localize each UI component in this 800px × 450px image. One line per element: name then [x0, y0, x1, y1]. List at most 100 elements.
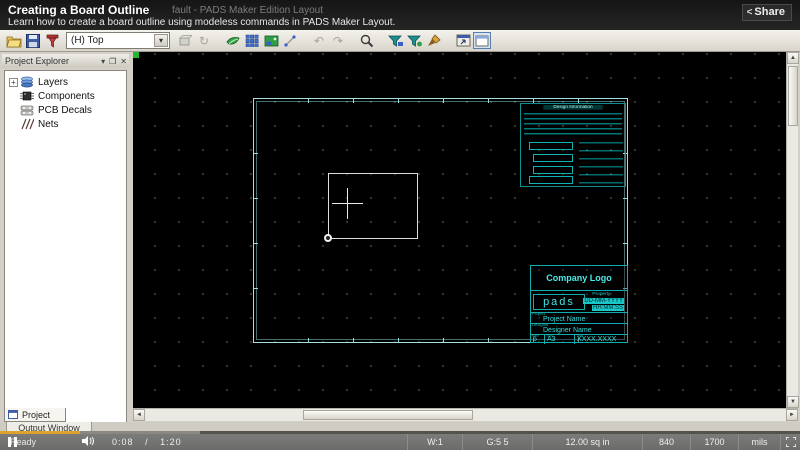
tree-item-nets[interactable]: Nets — [9, 117, 126, 131]
stackup-layer-box — [533, 166, 573, 174]
video-title: Creating a Board Outline — [8, 3, 150, 17]
refresh-icon[interactable]: ↻ — [195, 32, 213, 49]
vertical-scrollbar[interactable]: ▲ ▼ — [786, 52, 799, 408]
nets-icon — [20, 118, 35, 130]
chevron-down-icon[interactable]: ▾ — [154, 34, 168, 47]
layer-selector-value: (H) Top — [71, 35, 104, 46]
grid-icon[interactable] — [243, 32, 261, 49]
filter-red-icon[interactable] — [43, 32, 61, 49]
zoom-icon[interactable] — [358, 32, 376, 49]
tree-item-label: Nets — [38, 118, 59, 130]
filter-funnel-icon-2[interactable] — [406, 32, 424, 49]
video-subtitle: Learn how to create a board outline usin… — [8, 17, 396, 28]
volume-icon[interactable] — [82, 436, 95, 448]
redo-glyph: ↷ — [332, 33, 344, 48]
frame-ticks-left — [254, 109, 258, 332]
project-tab-icon — [8, 409, 20, 421]
main-toolbar: (H) Top ▾ ↻ ↶ ↷ — [0, 30, 800, 52]
project-explorer-header: Project Explorer ▾ ❐ ✕ — [2, 54, 129, 68]
tree-item-pcb-decals[interactable]: PCB Decals — [9, 103, 126, 117]
layers-icon — [20, 76, 35, 88]
tree-item-label: Layers — [38, 76, 69, 88]
tree-item-layers[interactable]: + Layers — [9, 75, 126, 89]
eco-icon[interactable] — [224, 32, 242, 49]
logo-row: pads Property DD-MM-YYYY HH:MM:SS — [531, 290, 627, 312]
undo-glyph: ↶ — [313, 33, 325, 48]
crosshair-cursor — [347, 188, 348, 219]
scroll-up-icon[interactable]: ▲ — [787, 52, 799, 64]
box-icon[interactable] — [176, 32, 194, 49]
horizontal-scroll-thumb[interactable] — [303, 410, 473, 420]
pcb-decals-icon — [20, 104, 35, 116]
rev-label: Rev — [532, 334, 539, 338]
layout-canvas[interactable]: Design Information Company Logo pads Pro… — [133, 52, 786, 408]
scroll-right-icon[interactable]: ► — [786, 409, 798, 421]
undo-icon[interactable]: ↶ — [310, 32, 328, 49]
share-label: Share — [754, 6, 785, 18]
fullscreen-icon[interactable] — [780, 434, 800, 450]
status-bar-readouts: W:1 G:5 5 12.00 sq in 840 1700 mils — [407, 434, 800, 450]
components-icon — [20, 90, 35, 102]
time-current: 0:08 — [112, 437, 134, 447]
expand-icon[interactable]: + — [9, 77, 18, 87]
status-line-width: W:1 — [407, 434, 462, 450]
video-timestamp: 0:08 / 1:20 — [112, 437, 182, 447]
board-outline-rectangle — [328, 173, 418, 239]
save-icon[interactable] — [24, 32, 42, 49]
stackup-layer-box — [529, 142, 573, 150]
designer-name-row: Designer Designer Name — [531, 323, 627, 334]
design-information-table: Design Information — [520, 103, 626, 187]
share-button[interactable]: < Share — [741, 4, 792, 21]
stackup-layer-box — [533, 154, 573, 162]
project-explorer-panel: Project Explorer ▾ ❐ ✕ + Layers Componen… — [0, 52, 131, 450]
title-block: Company Logo pads Property DD-MM-YYYY HH… — [530, 265, 628, 344]
canvas-origin-marker — [133, 52, 139, 58]
tree-item-label: Components — [38, 90, 95, 102]
project-tab-label: Project — [22, 409, 51, 420]
status-x-coordinate: 840 — [642, 434, 690, 450]
vertical-scroll-thumb[interactable] — [788, 66, 798, 126]
status-units: mils — [738, 434, 780, 450]
scroll-down-icon[interactable]: ▼ — [787, 396, 799, 408]
status-board-area: 12.00 sq in — [532, 434, 642, 450]
property-value-2: HH:MM:SS — [592, 305, 624, 311]
window-arrow-icon[interactable] — [454, 32, 472, 49]
project-name-row: Project Project Name — [531, 312, 627, 323]
layer-selector[interactable]: (H) Top ▾ — [66, 32, 170, 49]
scroll-left-icon[interactable]: ◄ — [133, 409, 145, 421]
redo-icon[interactable]: ↷ — [329, 32, 347, 49]
project-name: Project Name — [543, 316, 586, 323]
design-information-rows — [524, 113, 622, 135]
designer-name: Designer Name — [543, 327, 592, 334]
company-logo-text: Company Logo — [546, 273, 612, 283]
filter-funnel-icon-1[interactable] — [387, 32, 405, 49]
stackup-annotations — [579, 142, 623, 184]
size-label: Size — [546, 334, 554, 338]
title-label: Title — [576, 334, 584, 338]
horizontal-scrollbar[interactable]: ◄ ► — [133, 408, 798, 421]
title-block-bottom-row: Rev 5 Size A3 Title XXXX.XXXX — [531, 334, 627, 344]
close-icon[interactable]: ✕ — [120, 57, 127, 66]
stackup-layer-box — [529, 176, 573, 184]
panel-menu-icon[interactable]: ▾ — [101, 57, 105, 66]
time-separator: / — [145, 437, 149, 447]
pin-icon[interactable]: ❐ — [109, 57, 116, 66]
refresh-glyph: ↻ — [198, 33, 210, 48]
pause-button[interactable] — [6, 437, 20, 447]
brush-icon[interactable] — [425, 32, 443, 49]
measure-icon[interactable] — [281, 32, 299, 49]
video-overlay-header: fault - PADS Maker Edition Layout Creati… — [0, 0, 800, 30]
property-label: Property — [592, 291, 611, 297]
pads-logo: pads — [533, 294, 585, 310]
design-information-title: Design Information — [543, 105, 603, 110]
new-window-icon[interactable] — [473, 32, 491, 49]
open-icon[interactable] — [5, 32, 23, 49]
panel-title: Project Explorer — [5, 56, 70, 66]
status-grid: G:5 5 — [462, 434, 532, 450]
tab-project[interactable]: Project — [4, 408, 66, 422]
time-total: 1:20 — [160, 437, 182, 447]
board-icon[interactable] — [262, 32, 280, 49]
property-value-1: DD-MM-YYYY — [583, 298, 624, 304]
video-control-bar: Ready 0:08 / 1:20 W:1 G:5 5 12.00 sq in … — [0, 434, 800, 450]
tree-item-components[interactable]: Components — [9, 89, 126, 103]
